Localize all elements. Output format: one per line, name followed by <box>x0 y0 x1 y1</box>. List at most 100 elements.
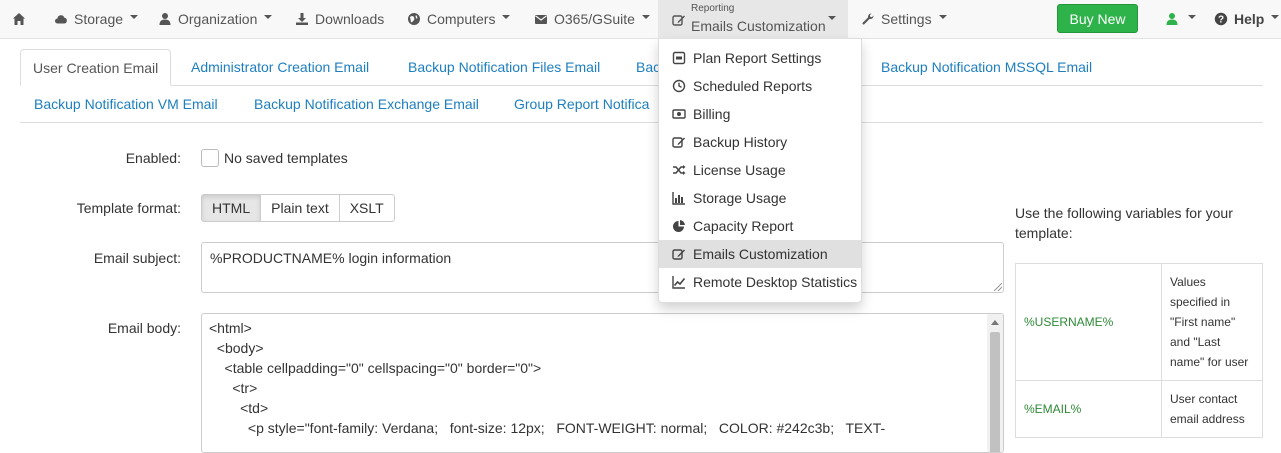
user-icon <box>1165 12 1179 26</box>
chevron-down-icon <box>938 15 947 19</box>
menu-item-license-usage[interactable]: License Usage <box>659 156 861 184</box>
shuffle-icon <box>672 163 686 177</box>
menu-item-label: License Usage <box>693 162 786 178</box>
table-row: %EMAIL% User contact email address <box>1015 380 1263 438</box>
edit-icon <box>672 13 686 30</box>
chevron-down-icon <box>641 15 650 19</box>
table-row: %USERNAME% Values specified in "First na… <box>1015 263 1263 381</box>
nav-settings[interactable]: Settings <box>861 0 947 38</box>
tab-backup-notification-vm-email[interactable]: Backup Notification VM Email <box>34 86 218 122</box>
menu-item-label: Emails Customization <box>693 246 828 262</box>
user-menu[interactable] <box>1165 0 1196 38</box>
variable-key: %EMAIL% <box>1015 380 1162 438</box>
resize-handle[interactable] <box>994 283 1002 291</box>
enabled-label: Enabled: <box>125 150 181 166</box>
variables-intro: Use the following variables for your tem… <box>1015 205 1233 241</box>
chevron-down-icon <box>130 15 139 19</box>
nav-downloads[interactable]: Downloads <box>295 0 384 38</box>
chevron-down-icon <box>1188 15 1196 19</box>
menu-item-label: Billing <box>693 106 731 122</box>
menu-item-label: Capacity Report <box>693 218 794 234</box>
bar-chart-icon <box>672 191 686 205</box>
nav-reporting-current: Emails Customization <box>691 18 826 34</box>
body-line: <p style="font-family: Verdana; font-siz… <box>209 420 886 436</box>
body-line: <tr> <box>209 380 258 396</box>
chevron-down-icon <box>828 16 836 20</box>
enabled-checkbox[interactable] <box>201 149 219 167</box>
format-html-button[interactable]: HTML <box>201 194 262 222</box>
nav-settings-label: Settings <box>881 11 932 27</box>
nav-o365-gsuite[interactable]: O365/GSuite <box>534 0 650 38</box>
format-xslt-button[interactable]: XSLT <box>338 194 395 222</box>
body-line: <body> <box>209 340 264 356</box>
home-button[interactable] <box>12 0 32 38</box>
buy-new-button[interactable]: Buy New <box>1057 4 1138 33</box>
tab-group-report-notification[interactable]: Group Report Notifica <box>514 86 649 122</box>
no-saved-templates-text: No saved templates <box>224 150 348 166</box>
user-icon <box>158 12 172 26</box>
tab-backup-notification-files-email[interactable]: Backup Notification Files Email <box>408 49 600 85</box>
body-line: <html> <box>209 320 252 336</box>
menu-item-storage-usage[interactable]: Storage Usage <box>659 184 861 212</box>
chevron-down-icon <box>1271 15 1280 19</box>
nav-help[interactable]: ? Help <box>1214 0 1280 38</box>
menu-item-label: Plan Report Settings <box>693 50 822 66</box>
download-icon <box>295 12 309 26</box>
edit-icon <box>672 135 686 149</box>
email-subject-input[interactable]: %PRODUCTNAME% login information <box>201 242 1004 293</box>
email-body-textarea[interactable]: <html> <body> <table cellpadding="0" cel… <box>201 313 1004 453</box>
chevron-down-icon <box>502 15 511 19</box>
home-icon <box>12 12 26 26</box>
email-subject-value: %PRODUCTNAME% login information <box>210 250 452 266</box>
nav-organization-label: Organization <box>178 11 258 27</box>
money-icon <box>672 107 686 121</box>
question-icon: ? <box>1214 12 1228 26</box>
chevron-down-icon <box>264 15 273 19</box>
nav-help-label: Help <box>1234 11 1265 27</box>
scroll-up-arrow-icon[interactable] <box>991 320 999 325</box>
template-format-label: Template format: <box>76 200 181 216</box>
menu-item-backup-history[interactable]: Backup History <box>659 128 861 156</box>
menu-item-billing[interactable]: Billing <box>659 100 861 128</box>
form-icon <box>672 51 686 65</box>
line-chart-icon <box>672 275 686 289</box>
format-plain-text-button[interactable]: Plain text <box>260 194 340 222</box>
tab-backup-notification-partial[interactable]: Bac <box>636 49 660 85</box>
nav-o365-label: O365/GSuite <box>554 11 635 27</box>
tab-backup-notification-mssql-email[interactable]: Backup Notification MSSQL Email <box>881 49 1092 85</box>
tab-backup-notification-exchange-email[interactable]: Backup Notification Exchange Email <box>254 86 479 122</box>
wrench-icon <box>861 12 875 26</box>
variables-table: %USERNAME% Values specified in "First na… <box>1015 263 1263 438</box>
nav-downloads-label: Downloads <box>315 11 385 27</box>
svg-text:?: ? <box>1218 15 1224 26</box>
nav-reporting-label: Reporting <box>691 3 735 14</box>
nav-storage[interactable]: Storage <box>54 0 139 38</box>
body-line: <table cellpadding="0" cellspacing="0" b… <box>209 360 542 376</box>
menu-item-emails-customization[interactable]: Emails Customization <box>659 240 861 268</box>
scroll-thumb[interactable] <box>990 332 1000 452</box>
body-scrollbar[interactable] <box>987 314 1003 452</box>
menu-item-scheduled-reports[interactable]: Scheduled Reports <box>659 72 861 100</box>
nav-computers[interactable]: Computers <box>407 0 511 38</box>
tab-user-creation-email[interactable]: User Creation Email <box>20 49 172 86</box>
template-format-toggle: HTML Plain text XSLT <box>201 194 395 222</box>
pie-chart-icon <box>672 219 686 233</box>
body-line: <td> <box>209 400 269 416</box>
variable-description: Values specified in "First name" and "La… <box>1161 263 1263 381</box>
menu-item-label: Remote Desktop Statistics <box>693 274 858 290</box>
email-subject-label: Email subject: <box>93 250 181 266</box>
menu-item-remote-desktop-statistics[interactable]: Remote Desktop Statistics <box>659 268 861 296</box>
nav-computers-label: Computers <box>427 11 496 27</box>
menu-item-label: Scheduled Reports <box>693 78 813 94</box>
menu-item-capacity-report[interactable]: Capacity Report <box>659 212 861 240</box>
tab-administrator-creation-email[interactable]: Administrator Creation Email <box>191 49 369 85</box>
nav-organization[interactable]: Organization <box>158 0 273 38</box>
envelope-icon <box>534 12 548 26</box>
nav-storage-label: Storage <box>74 11 124 27</box>
nav-reporting[interactable]: Reporting Emails Customization <box>658 0 848 39</box>
menu-item-label: Backup History <box>693 134 788 150</box>
menu-item-plan-report-settings[interactable]: Plan Report Settings <box>659 44 861 72</box>
variable-key: %USERNAME% <box>1015 263 1162 381</box>
top-navbar: Storage Organization Downloads Computers… <box>0 0 1281 39</box>
globe-icon <box>407 12 421 26</box>
